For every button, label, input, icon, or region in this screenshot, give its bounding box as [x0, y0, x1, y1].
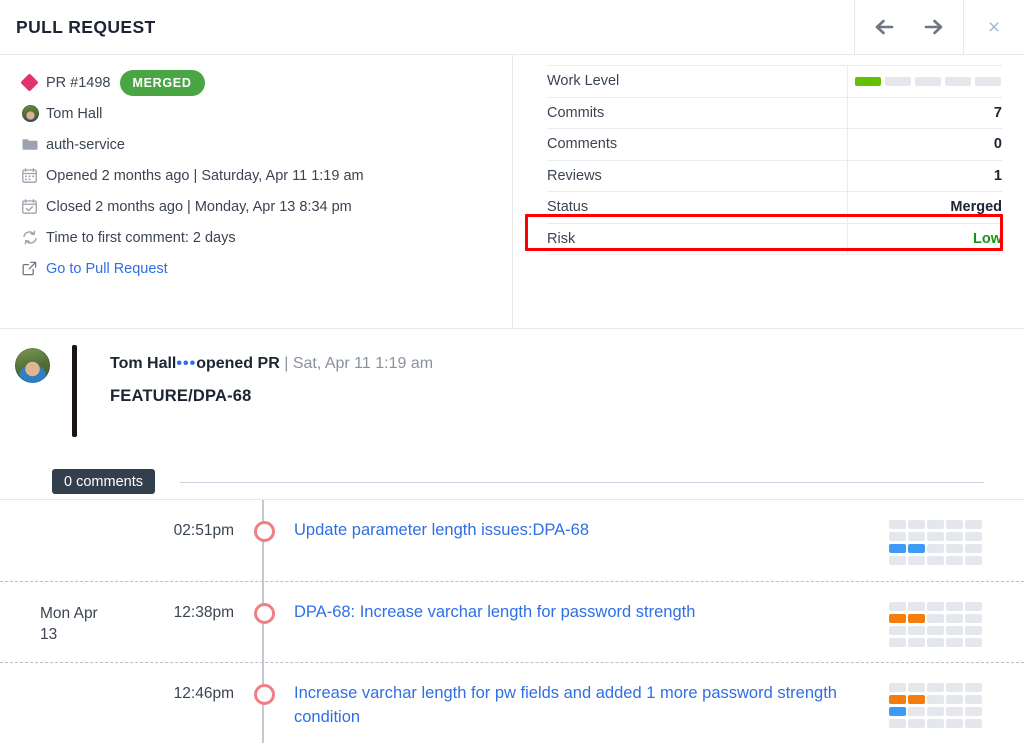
pr-first-comment-row: Time to first comment: 2 days [22, 222, 512, 253]
folder-icon [22, 138, 46, 151]
commit-activity-grid [889, 500, 1004, 565]
table-row: Mon Apr 13 12:38pm DPA-68: Increase varc… [0, 581, 1024, 662]
timeline-marker [234, 500, 294, 542]
close-button[interactable]: × [964, 0, 1024, 54]
avatar [15, 348, 50, 383]
activity-entry: Tom Hall•••opened PR | Sat, Apr 11 1:19 … [0, 329, 1024, 461]
work-level-segment [915, 76, 941, 86]
work-level-segment [855, 76, 881, 86]
refresh-icon [22, 230, 46, 245]
activity-headline: Tom Hall•••opened PR | Sat, Apr 11 1:19 … [110, 355, 433, 373]
stat-label: Reviews [547, 160, 847, 192]
activity-accent-bar [72, 345, 77, 437]
activity-timestamp: Sat, Apr 11 1:19 am [292, 355, 434, 372]
calendar-check-icon [22, 199, 46, 214]
stat-value: 7 [846, 97, 1002, 129]
comments-bar: 0 comments [0, 469, 984, 499]
commit-timeline: 02:51pm Update parameter length issues:D… [0, 499, 1024, 743]
pr-info-panel: PR #1498 MERGED Tom Hall auth-service Op… [0, 55, 513, 328]
stat-value: Merged [846, 191, 1002, 224]
calendar-icon [22, 168, 46, 183]
timeline-time: 12:46pm [173, 685, 234, 702]
go-to-pull-request-link[interactable]: Go to Pull Request [46, 261, 168, 277]
avatar [22, 105, 46, 122]
table-row: Comments 0 [547, 128, 1002, 161]
page-title: PULL REQUEST [16, 16, 156, 37]
commit-activity-grid [889, 582, 1004, 647]
pr-closed-label: Closed 2 months ago | Monday, Apr 13 8:3… [46, 198, 352, 215]
stat-value-worklevel [846, 65, 1003, 98]
nav-button-group [854, 0, 964, 54]
pr-repository-label: auth-service [46, 136, 125, 153]
pr-first-comment-label: Time to first comment: 2 days [46, 229, 236, 246]
table-row: 12:46pm Increase varchar length for pw f… [0, 662, 1024, 743]
stat-value: 1 [846, 160, 1002, 192]
timeline-date [0, 663, 132, 685]
activity-separator-dots: ••• [176, 355, 197, 372]
back-button[interactable] [861, 0, 909, 54]
pr-repository-row: auth-service [22, 129, 512, 160]
comments-divider-line [180, 482, 984, 483]
table-row: Commits 7 [547, 97, 1002, 129]
stat-label: Risk [547, 223, 847, 255]
stats-table: Work Level Commits 7 Comments 0 Reviews … [547, 65, 1002, 255]
pr-opened-row: Opened 2 months ago | Saturday, Apr 11 1… [22, 160, 512, 191]
pull-request-panel: PULL REQUEST × PR #1498 MERGED Tom Hall … [0, 0, 1024, 755]
pr-opened-label: Opened 2 months ago | Saturday, Apr 11 1… [46, 167, 364, 184]
timeline-marker [234, 582, 294, 624]
table-row: 02:51pm Update parameter length issues:D… [0, 500, 1024, 581]
activity-action: opened PR [196, 355, 280, 372]
status-badge: MERGED [119, 69, 205, 96]
activity-branch-name: FEATURE/DPA-68 [110, 387, 252, 405]
stat-value: 0 [846, 128, 1002, 161]
external-link-icon [22, 261, 46, 276]
comments-count-badge: 0 comments [52, 469, 155, 494]
commit-title-link[interactable]: Update parameter length issues:DPA-68 [294, 500, 894, 543]
stat-label: Commits [547, 97, 847, 129]
commit-circle-icon [253, 603, 275, 624]
arrow-left-icon [874, 18, 896, 36]
work-level-segment [975, 76, 1001, 86]
pr-external-link-row[interactable]: Go to Pull Request [22, 253, 512, 284]
timeline-marker [234, 663, 294, 705]
work-level-segment [945, 76, 971, 86]
stat-label: Work Level [547, 65, 847, 98]
table-row: Risk Low [547, 223, 1002, 255]
pr-id-row: PR #1498 MERGED [20, 67, 512, 98]
pr-author-label: Tom Hall [46, 105, 103, 122]
commit-title-link[interactable]: DPA-68: Increase varchar length for pass… [294, 582, 894, 625]
header-actions: × [854, 0, 1024, 54]
timeline-time: 02:51pm [173, 522, 234, 539]
table-row: Status Merged [547, 191, 1002, 224]
activity-divider: | [284, 355, 289, 372]
commit-circle-icon [253, 684, 275, 705]
panel-header: PULL REQUEST × [0, 0, 1024, 55]
pull-request-diamond-icon [20, 73, 46, 92]
arrow-right-icon [922, 18, 944, 36]
table-row: Work Level [547, 65, 1003, 98]
stat-label: Status [547, 191, 847, 224]
pr-id-label: PR #1498 [46, 74, 111, 91]
work-level-indicator [848, 76, 1003, 86]
pr-author-row: Tom Hall [22, 98, 512, 129]
commit-activity-grid [889, 663, 1004, 728]
timeline-time: 12:38pm [173, 604, 234, 621]
pr-stats-panel: Work Level Commits 7 Comments 0 Reviews … [513, 55, 1024, 328]
activity-text: Tom Hall•••opened PR | Sat, Apr 11 1:19 … [110, 345, 433, 461]
commit-title-link[interactable]: Increase varchar length for pw fields an… [294, 663, 894, 730]
pr-summary-section: PR #1498 MERGED Tom Hall auth-service Op… [0, 55, 1024, 329]
timeline-date [0, 500, 132, 522]
table-row: Reviews 1 [547, 160, 1002, 192]
stat-label: Comments [547, 128, 847, 161]
forward-button[interactable] [909, 0, 957, 54]
activity-author: Tom Hall [110, 355, 177, 372]
commit-circle-icon [253, 521, 275, 542]
timeline-date: Mon Apr 13 [40, 605, 98, 643]
work-level-segment [885, 76, 911, 86]
pr-closed-row: Closed 2 months ago | Monday, Apr 13 8:3… [22, 191, 512, 222]
stat-value-risk: Low [846, 223, 1002, 255]
